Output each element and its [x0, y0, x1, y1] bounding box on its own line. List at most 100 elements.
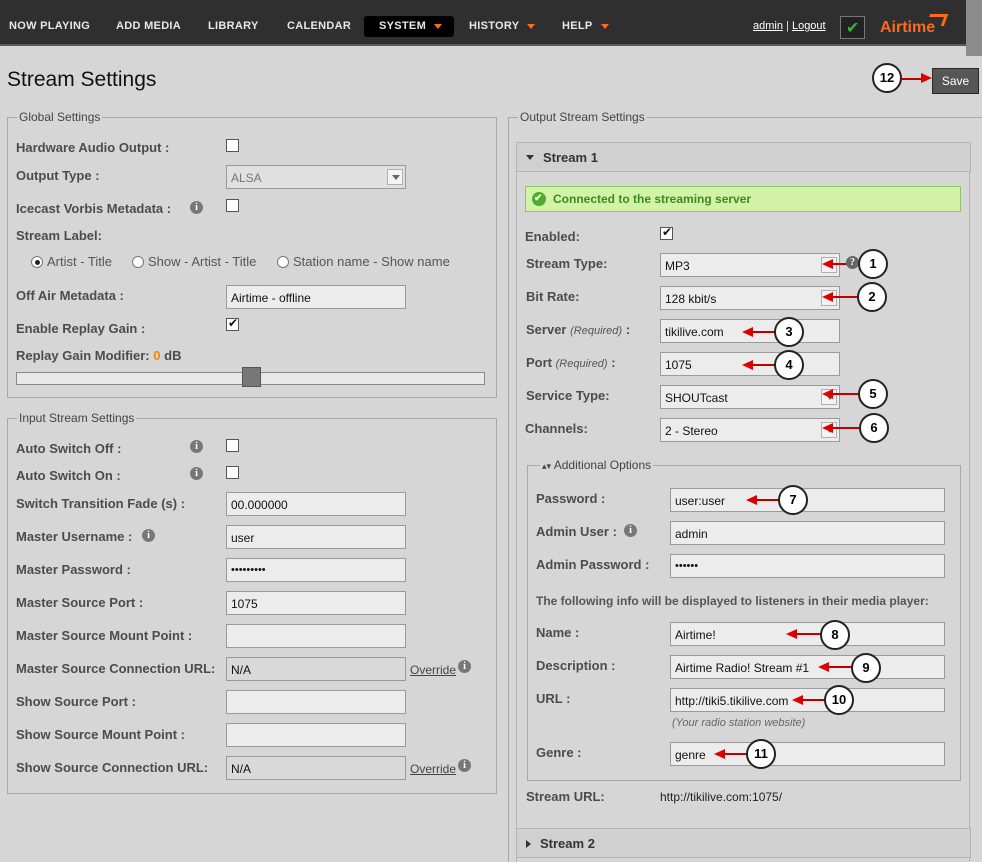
admin-password-label: Admin Password :: [536, 557, 650, 572]
info-icon[interactable]: i: [190, 201, 203, 214]
stream2-header[interactable]: Stream 2: [516, 828, 971, 858]
nav-history[interactable]: HISTORY: [469, 20, 536, 32]
switch-transition-fade-input[interactable]: 00.000000: [226, 492, 406, 516]
replay-gain-slider-handle[interactable]: [242, 367, 261, 387]
enable-replay-gain-label: Enable Replay Gain :: [16, 321, 146, 336]
callout-7: 7: [778, 485, 808, 515]
stream-url-label: Stream URL:: [526, 789, 605, 804]
logo-swoosh-icon: [925, 14, 949, 26]
master-source-port-input[interactable]: 1075: [226, 591, 406, 615]
auto-switch-off-checkbox[interactable]: [226, 439, 239, 452]
callout-arrow-line: [830, 427, 860, 429]
auto-switch-on-label: Auto Switch On :: [16, 468, 121, 483]
icecast-vorbis-checkbox[interactable]: [226, 199, 239, 212]
connection-status-text: Connected to the streaming server: [553, 192, 752, 206]
info-icon[interactable]: i: [142, 529, 155, 542]
user-links-separator: |: [786, 20, 789, 32]
radio-selected-icon: [31, 256, 43, 268]
master-source-url-input: N/A: [226, 657, 406, 681]
stream-label-option-artist-title[interactable]: Artist - Title: [31, 254, 112, 269]
callout-6: 6: [859, 413, 889, 443]
stream-type-label: Stream Type:: [526, 256, 608, 271]
output-stream-legend: Output Stream Settings: [518, 110, 647, 124]
url-label: URL :: [536, 691, 571, 706]
master-username-input[interactable]: user: [226, 525, 406, 549]
stream-label-option-text: Show - Artist - Title: [148, 254, 257, 269]
genre-input[interactable]: genre: [670, 742, 945, 766]
off-air-metadata-input[interactable]: Airtime - offline: [226, 285, 406, 309]
info-icon[interactable]: i: [458, 759, 471, 772]
save-button[interactable]: Save: [932, 68, 979, 94]
genre-label: Genre :: [536, 745, 582, 760]
info-icon[interactable]: i: [624, 524, 637, 537]
stream2-title: Stream 2: [540, 836, 595, 851]
nav-help[interactable]: HELP: [562, 20, 609, 32]
info-icon[interactable]: i: [190, 440, 203, 453]
stream1-header[interactable]: Stream 1: [516, 142, 971, 172]
callout-3: 3: [774, 317, 804, 347]
nav-library[interactable]: LIBRARY: [208, 20, 259, 32]
callout-9: 9: [851, 653, 881, 683]
required-hint: (Required): [570, 325, 623, 337]
chevron-down-icon: [527, 23, 536, 29]
radio-icon: [132, 256, 144, 268]
logout-link[interactable]: Logout: [792, 20, 826, 32]
show-source-mount-input[interactable]: [226, 723, 406, 747]
chevron-down-icon: [387, 169, 403, 185]
output-type-select[interactable]: ALSA: [226, 165, 406, 189]
info-icon[interactable]: i: [458, 660, 471, 673]
name-label: Name :: [536, 625, 580, 640]
global-settings-legend: Global Settings: [17, 110, 103, 124]
show-source-override-link[interactable]: Override: [410, 762, 456, 776]
stream1-title: Stream 1: [543, 150, 598, 165]
page-title: Stream Settings: [7, 68, 157, 91]
user-links: admin | Logout: [753, 20, 826, 32]
stream-label-option-station-show[interactable]: Station name - Show name: [277, 254, 450, 269]
enable-replay-gain-checkbox[interactable]: [226, 316, 239, 331]
master-password-label: Master Password :: [16, 562, 131, 577]
user-link[interactable]: admin: [753, 20, 783, 32]
master-source-mount-input[interactable]: [226, 624, 406, 648]
info-icon[interactable]: i: [190, 467, 203, 480]
channels-select[interactable]: 2 - Stereo: [660, 418, 840, 442]
master-source-override-link[interactable]: Override: [410, 663, 456, 677]
radio-icon: [277, 256, 289, 268]
service-type-select[interactable]: SHOUTcast: [660, 385, 840, 409]
admin-user-label: Admin User :: [536, 524, 617, 539]
auto-switch-on-checkbox[interactable]: [226, 466, 239, 479]
hardware-audio-output-label: Hardware Audio Output :: [16, 140, 170, 155]
window-edge: [966, 0, 982, 56]
callout-12: 12: [872, 63, 902, 93]
replay-gain-unit: dB: [164, 348, 182, 363]
additional-options-toggle[interactable]: ▴▾ Additional Options: [540, 458, 654, 472]
expand-collapse-icon: ▴▾: [542, 461, 552, 471]
master-username-label: Master Username :: [16, 529, 133, 544]
callout-2: 2: [857, 282, 887, 312]
show-source-port-input[interactable]: [226, 690, 406, 714]
bit-rate-label: Bit Rate:: [526, 289, 580, 304]
admin-password-input[interactable]: ••••••: [670, 554, 945, 578]
callout-1: 1: [858, 249, 888, 279]
port-label: Port (Required) :: [526, 355, 616, 370]
bit-rate-select[interactable]: 128 kbit/s: [660, 286, 840, 310]
stream-label-option-show-artist-title[interactable]: Show - Artist - Title: [132, 254, 256, 269]
stream-url-value: http://tikilive.com:1075/: [660, 790, 783, 804]
callout-arrow-line: [830, 296, 860, 298]
master-source-mount-label: Master Source Mount Point :: [16, 628, 193, 643]
off-air-metadata-label: Off Air Metadata :: [16, 288, 124, 303]
enabled-checkbox[interactable]: [660, 225, 673, 240]
service-type-value: SHOUTcast: [665, 391, 728, 405]
admin-user-input[interactable]: admin: [670, 521, 945, 545]
description-input[interactable]: Airtime Radio! Stream #1: [670, 655, 945, 679]
nav-calendar[interactable]: CALENDAR: [287, 20, 351, 32]
listener-info-note: The following info will be displayed to …: [536, 594, 929, 608]
status-check-icon[interactable]: [840, 16, 865, 39]
nav-add-media[interactable]: ADD MEDIA: [116, 20, 181, 32]
master-password-input[interactable]: •••••••••: [226, 558, 406, 582]
replay-gain-modifier-text: Replay Gain Modifier:: [16, 348, 150, 363]
nav-now-playing[interactable]: NOW PLAYING: [9, 20, 90, 32]
stream-type-select[interactable]: MP3: [660, 253, 840, 277]
nav-system[interactable]: SYSTEM: [364, 16, 455, 37]
hardware-audio-output-checkbox[interactable]: [226, 139, 239, 152]
callout-10: 10: [824, 685, 854, 715]
